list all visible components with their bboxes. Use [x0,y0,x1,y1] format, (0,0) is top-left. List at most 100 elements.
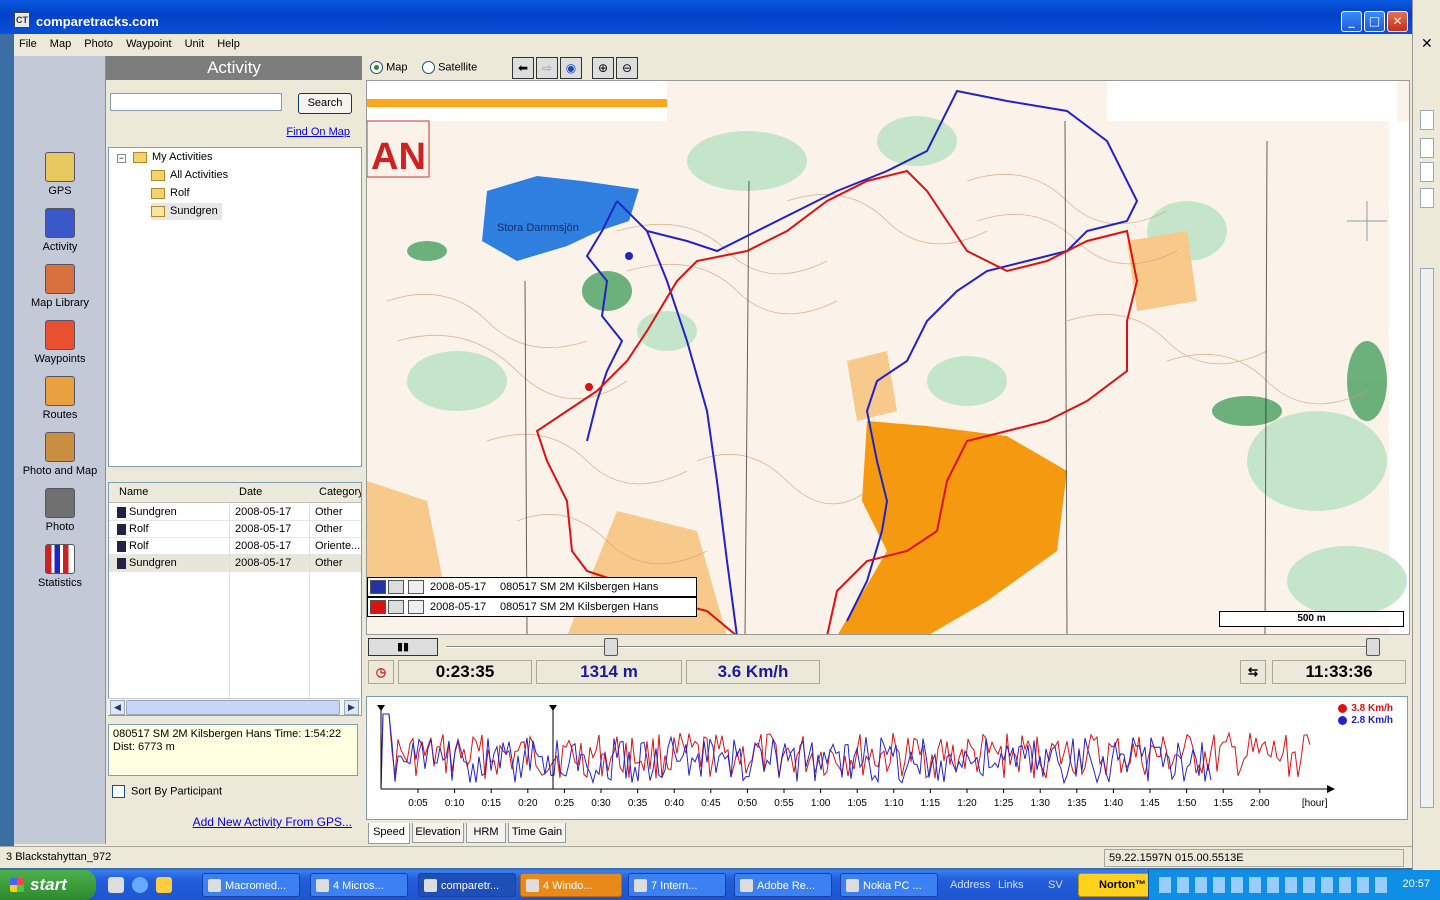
menu-photo[interactable]: Photo [79,34,118,54]
tab-time-gain[interactable]: Time Gain [508,823,566,843]
sort-by-participant[interactable]: Sort By Participant [112,785,222,798]
menu-help[interactable]: Help [212,34,245,54]
scroll-thumb[interactable] [126,700,340,715]
row-date: 2008-05-17 [235,506,292,518]
vertical-scrollbar[interactable] [1420,268,1434,808]
pause-icon[interactable]: ▮▮ [368,638,438,656]
column-date[interactable]: Date [239,486,262,498]
elapsed-time: 0:23:35 [398,660,532,684]
column-name[interactable]: Name [119,486,148,498]
scroll-box [1420,138,1434,158]
x-tick-label: 1:45 [1140,798,1160,809]
nav-activity[interactable]: Activity [14,208,106,253]
nav-map-library[interactable]: Map Library [14,264,106,309]
quicklaunch-icon[interactable] [156,877,172,893]
runner-track-icon[interactable] [370,600,386,614]
links-toolbar[interactable]: Links [998,879,1024,891]
menu-waypoint[interactable]: Waypoint [121,34,176,54]
runner-track-icon[interactable] [370,580,386,594]
sync-icon[interactable]: ⇆ [1240,660,1266,684]
nav-photo-and-map[interactable]: Photo and Map [14,432,106,477]
time-slider-track[interactable] [446,646,1366,648]
close-icon[interactable]: ✕ [1421,36,1433,52]
map-canvas[interactable]: AN Stora Dammsjön [367,81,1410,635]
sort-checkbox[interactable] [112,785,125,798]
task-internet[interactable]: 7 Intern... [628,873,726,897]
x-tick-label: 1:35 [1067,798,1087,809]
collapse-icon[interactable]: − [117,154,126,163]
tab-elevation[interactable]: Elevation [412,823,464,843]
row-name-text: Rolf [129,540,149,552]
time-slider-thumb[interactable] [604,638,618,656]
tree-item-rolf[interactable]: Rolf [151,185,190,202]
list-row[interactable]: Rolf 2008-05-17 Other [109,521,361,538]
column-category[interactable]: Category [319,486,361,498]
task-windows[interactable]: 4 Windo... [520,873,622,897]
tray-icons[interactable] [1159,877,1389,893]
orienteering-map[interactable]: AN Stora Dammsjön 2008-05-17 080517 SM 2… [366,80,1410,635]
x-tick-label: 1:50 [1177,798,1197,809]
zoom-out-icon[interactable]: ⊖ [616,57,638,79]
list-icon[interactable] [408,580,424,594]
follow-icon[interactable] [388,600,404,614]
horizontal-scrollbar[interactable]: ◀ ▶ [108,698,360,715]
end-slider-thumb[interactable] [1366,638,1380,656]
task-microsoft[interactable]: 4 Micros... [310,873,408,897]
nav-gps[interactable]: GPS [14,152,106,197]
ie-icon[interactable] [132,877,148,893]
norton-button[interactable]: Norton™ [1078,873,1150,897]
track-legend-row[interactable]: 2008-05-17 080517 SM 2M Kilsbergen Hans [367,597,697,617]
address-toolbar[interactable]: Address [950,879,990,891]
language-indicator[interactable]: SV [1048,879,1063,891]
start-button[interactable]: start [0,870,96,900]
tree-item-all-activities[interactable]: All Activities [151,167,228,184]
menu-map[interactable]: Map [45,34,76,54]
speed-chart-canvas[interactable]: 0:05 0:10 0:15 0:20 0:25 0:30 0:35 0:40 0:45 0:50… [367,697,1407,819]
menu-unit[interactable]: Unit [180,34,210,54]
task-macromedia[interactable]: Macromed... [202,873,300,897]
statistics-icon [45,544,75,574]
list-row[interactable]: Rolf 2008-05-17 Oriente... [109,538,361,555]
search-input[interactable] [110,93,282,111]
tree-item-sundgren[interactable]: Sundgren [151,203,222,220]
lake-label: Stora Dammsjön [497,222,579,234]
speed-chart[interactable]: 0:05 0:10 0:15 0:20 0:25 0:30 0:35 0:40 0:45 0:50… [366,696,1408,820]
globe-icon[interactable]: ◉ [560,57,582,79]
clock-icon[interactable]: ◷ [368,660,394,684]
list-row[interactable]: Sundgren 2008-05-17 Other [109,504,361,521]
scale-bar: 500 m [1219,611,1404,627]
satellite-radio[interactable]: Satellite [422,61,477,74]
task-comparetracks[interactable]: comparetr... [418,873,516,897]
task-nokia[interactable]: Nokia PC ... [840,873,938,897]
nav-statistics[interactable]: Statistics [14,544,106,589]
close-button[interactable]: ✕ [1387,11,1408,32]
maximize-button[interactable]: □ [1364,11,1385,32]
menu-file[interactable]: File [14,34,42,54]
scroll-right-icon[interactable]: ▶ [344,700,359,715]
add-activity-from-gps-link[interactable]: Add New Activity From GPS... [193,815,352,829]
nav-waypoints[interactable]: Waypoints [14,320,106,365]
nav-photo[interactable]: Photo [14,488,106,533]
minimize-button[interactable]: _ [1341,11,1362,32]
list-icon[interactable] [408,600,424,614]
find-on-map-link[interactable]: Find On Map [286,126,350,138]
list-row-selected[interactable]: Sundgren 2008-05-17 Other [109,555,361,572]
tab-speed[interactable]: Speed [368,823,410,844]
track-legend-row[interactable]: 2008-05-17 080517 SM 2M Kilsbergen Hans [367,577,697,597]
tree-root[interactable]: My Activities [133,149,213,166]
tab-hrm[interactable]: HRM [466,823,506,843]
column-divider [229,503,230,715]
scroll-left-icon[interactable]: ◀ [110,700,125,715]
x-tick-label: 0:25 [555,798,575,809]
quicklaunch-icon[interactable] [108,877,124,893]
track-name: 080517 SM 2M Kilsbergen Hans [500,601,659,613]
back-arrow-icon[interactable]: ⬅ [512,57,534,79]
tree-label: Sundgren [170,205,218,217]
follow-icon[interactable] [388,580,404,594]
zoom-in-icon[interactable]: ⊕ [592,57,614,79]
nav-routes[interactable]: Routes [14,376,106,421]
forward-arrow-icon[interactable]: ⇨ [536,57,558,79]
map-radio[interactable]: Map [370,61,407,74]
search-button[interactable]: Search [298,93,352,114]
task-adobe[interactable]: Adobe Re... [734,873,832,897]
